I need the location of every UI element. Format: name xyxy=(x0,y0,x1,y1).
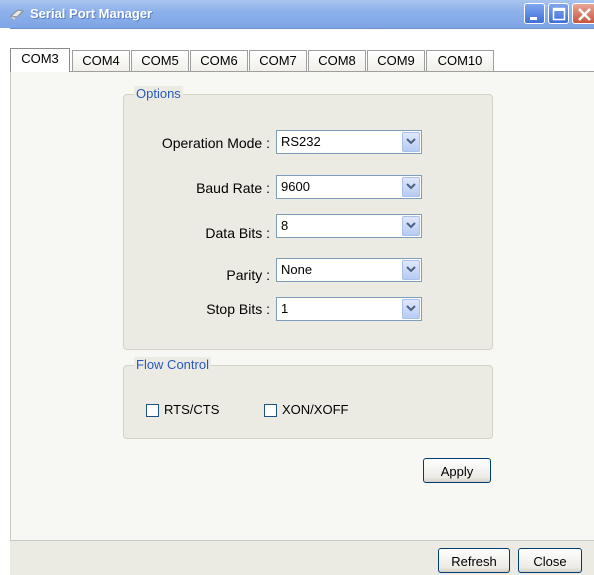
chevron-down-icon[interactable] xyxy=(402,260,420,280)
parity-value: None xyxy=(281,262,313,277)
apply-button[interactable]: Apply xyxy=(423,458,491,483)
rts-cts-checkbox-box[interactable] xyxy=(146,404,159,417)
window-left-edge xyxy=(0,28,10,575)
serial-port-icon xyxy=(9,7,25,21)
operation-mode-label: Operation Mode : xyxy=(161,135,270,151)
operation-mode-value: RS232 xyxy=(281,134,321,149)
bottom-button-bar: Refresh Close xyxy=(10,540,594,575)
minimize-icon xyxy=(530,17,537,20)
xon-xoff-label: XON/XOFF xyxy=(282,402,349,417)
port-tabs: COM3 COM4 COM5 COM6 COM7 COM8 COM9 COM10 xyxy=(10,48,594,72)
refresh-button[interactable]: Refresh xyxy=(438,548,510,573)
tab-com9[interactable]: COM9 xyxy=(367,50,425,71)
chevron-down-icon[interactable] xyxy=(402,299,420,319)
chevron-down-icon[interactable] xyxy=(402,177,420,197)
xon-xoff-checkbox-box[interactable] xyxy=(264,404,277,417)
stop-bits-value: 1 xyxy=(281,301,289,316)
chevron-down-icon[interactable] xyxy=(402,132,420,152)
data-bits-select[interactable]: 8 xyxy=(276,214,422,238)
tab-com7[interactable]: COM7 xyxy=(249,50,307,71)
parity-select[interactable]: None xyxy=(276,258,422,282)
stop-bits-select[interactable]: 1 xyxy=(276,297,422,321)
baud-rate-select[interactable]: 9600 xyxy=(276,175,422,199)
parity-label: Parity : xyxy=(226,267,270,283)
tab-divider xyxy=(10,71,594,72)
data-bits-value: 8 xyxy=(281,218,289,233)
tab-com8[interactable]: COM8 xyxy=(308,50,366,71)
stop-bits-label: Stop Bits : xyxy=(206,301,270,317)
maximize-icon xyxy=(552,7,566,21)
minimize-button[interactable] xyxy=(524,3,545,24)
window-title: Serial Port Manager xyxy=(30,6,153,21)
rts-cts-label: RTS/CTS xyxy=(164,402,220,417)
tab-com3[interactable]: COM3 xyxy=(10,48,70,72)
close-window-button[interactable] xyxy=(572,3,594,24)
options-groupbox: Options Operation Mode : RS232 Baud Rate… xyxy=(123,86,493,350)
tab-com6[interactable]: COM6 xyxy=(190,50,248,71)
baud-rate-value: 9600 xyxy=(281,179,310,194)
tab-com10[interactable]: COM10 xyxy=(426,50,494,71)
tab-com5[interactable]: COM5 xyxy=(131,50,189,71)
close-button[interactable]: Close xyxy=(518,548,582,573)
tab-content-panel: Options Operation Mode : RS232 Baud Rate… xyxy=(10,72,594,540)
baud-rate-label: Baud Rate : xyxy=(196,180,270,196)
flow-control-groupbox: Flow Control RTS/CTS XON/XOFF xyxy=(123,357,493,439)
options-group-title: Options xyxy=(134,86,183,101)
chevron-down-icon[interactable] xyxy=(402,216,420,236)
maximize-button[interactable] xyxy=(548,3,569,24)
close-icon xyxy=(578,8,591,21)
flow-control-group-title: Flow Control xyxy=(134,357,211,372)
data-bits-label: Data Bits : xyxy=(205,225,270,241)
title-bar[interactable]: Serial Port Manager xyxy=(0,0,594,29)
panel-background: Options Operation Mode : RS232 Baud Rate… xyxy=(11,72,594,540)
serial-port-manager-window: Serial Port Manager Options Operation Mo… xyxy=(0,0,594,575)
tab-com4[interactable]: COM4 xyxy=(72,50,130,71)
operation-mode-select[interactable]: RS232 xyxy=(276,130,422,154)
